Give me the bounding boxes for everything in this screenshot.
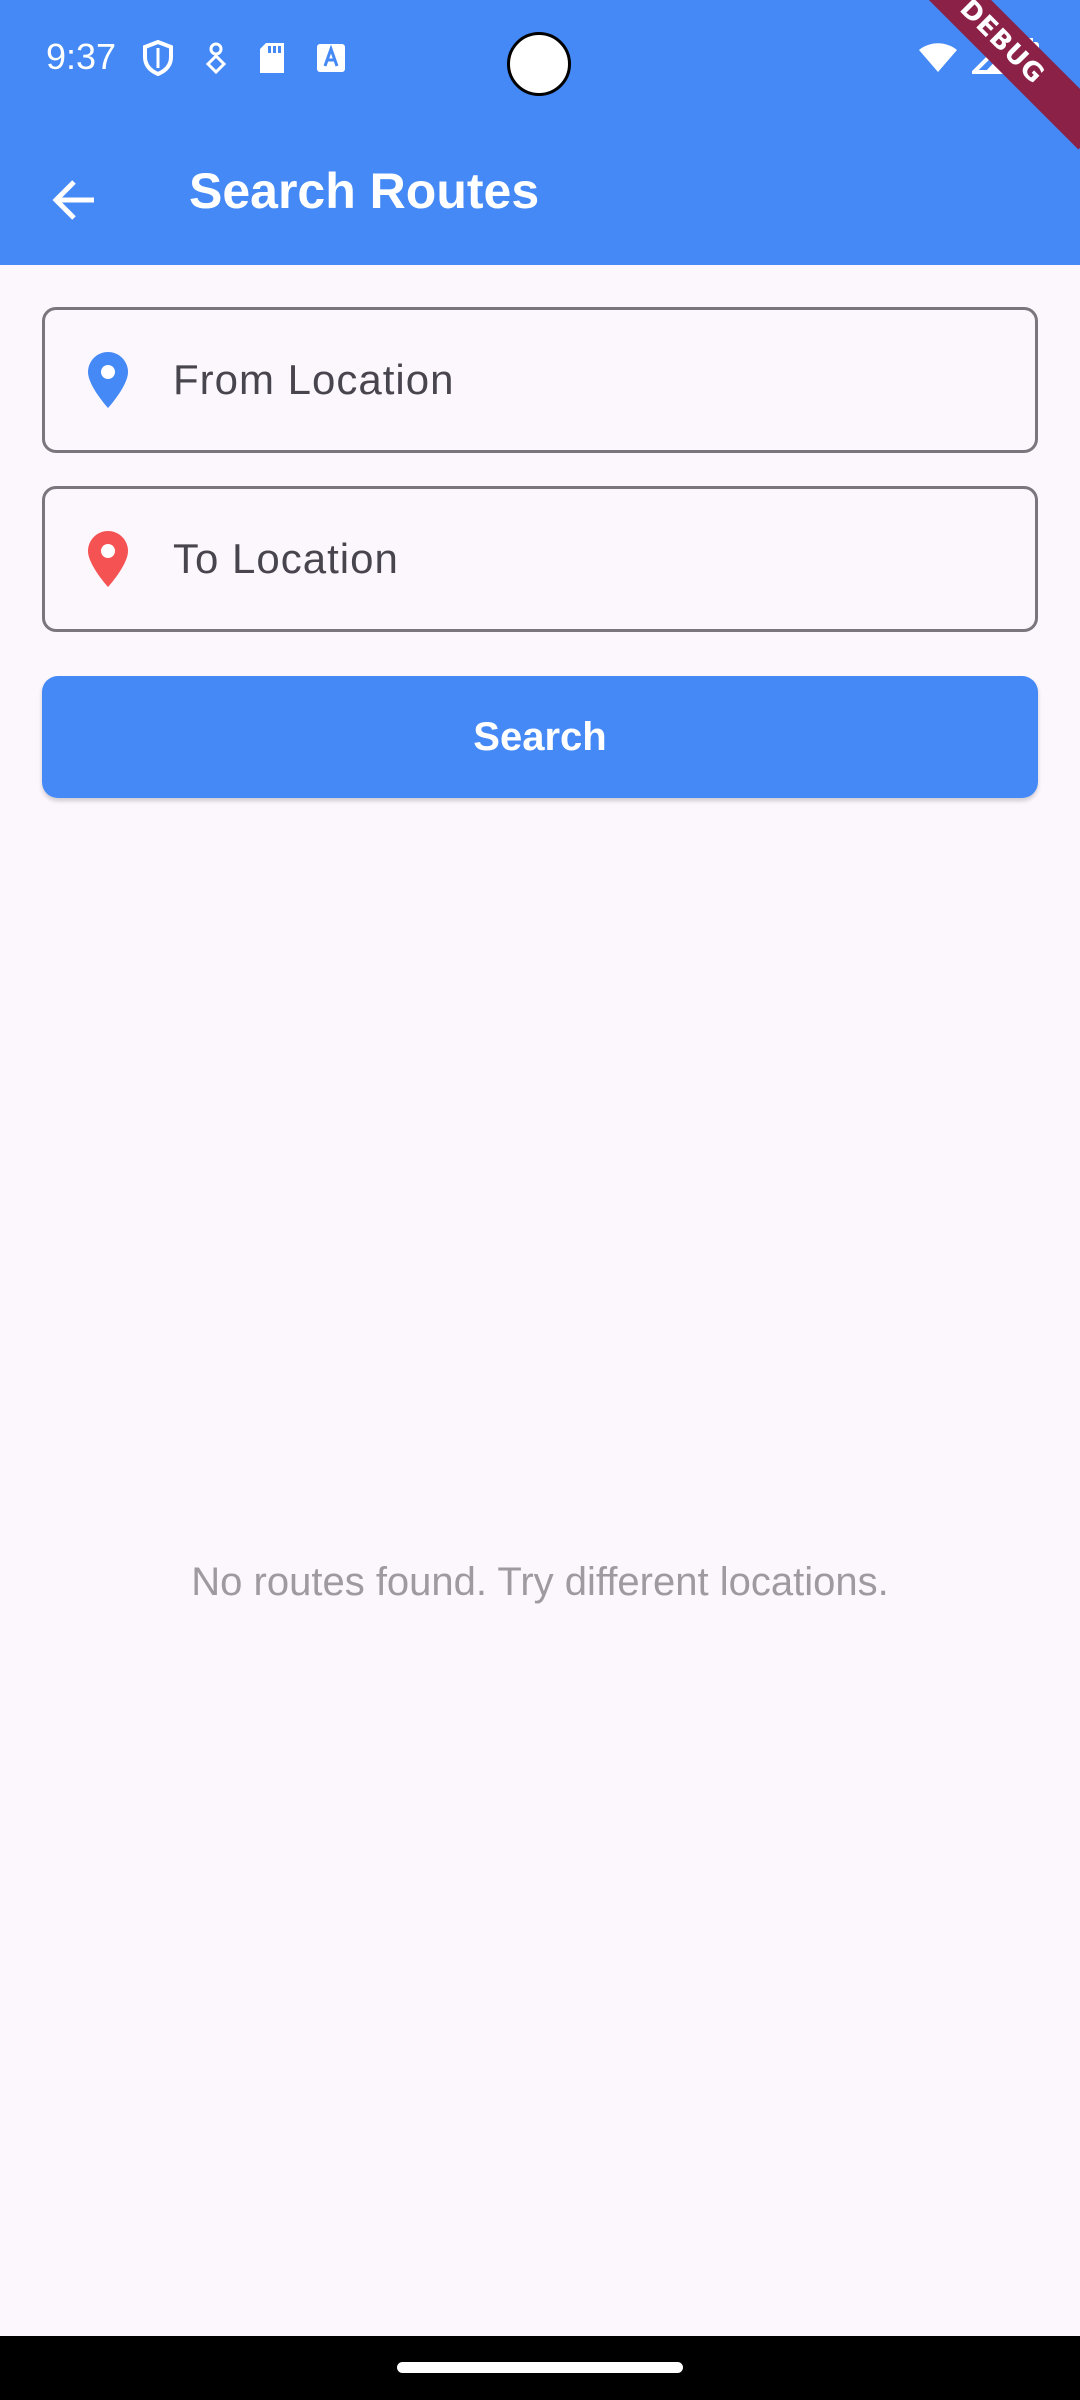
arrow-left-icon (52, 180, 94, 220)
search-routes-screen: 9:37 DEBUG Search Routes From Location T… (0, 0, 1080, 2400)
from-location-field[interactable] (42, 307, 1038, 453)
to-location-input[interactable] (171, 534, 995, 584)
home-indicator[interactable] (397, 2362, 683, 2373)
status-time: 9:37 (46, 36, 117, 77)
from-location-input[interactable] (171, 355, 995, 405)
wifi-icon (919, 43, 957, 72)
camera-cutout (507, 32, 571, 96)
location-pin-icon (88, 352, 128, 408)
page-title: Search Routes (189, 163, 540, 219)
location-pin-icon (88, 531, 128, 587)
location-tracking-icon (205, 42, 227, 74)
system-navigation-bar (0, 2336, 1080, 2400)
to-location-field[interactable] (42, 486, 1038, 632)
top-bar: 9:37 DEBUG Search Routes (0, 0, 1080, 265)
font-a-icon (317, 44, 345, 72)
back-button[interactable] (36, 162, 112, 238)
status-bar: 9:37 (0, 0, 1080, 120)
app-bar: Search Routes (0, 120, 1080, 265)
status-icons-left (142, 40, 346, 76)
search-button[interactable]: Search (42, 676, 1038, 798)
empty-results-message: No routes found. Try different locations… (191, 1560, 889, 1604)
sd-card-icon (260, 43, 284, 73)
shield-icon (143, 40, 173, 76)
